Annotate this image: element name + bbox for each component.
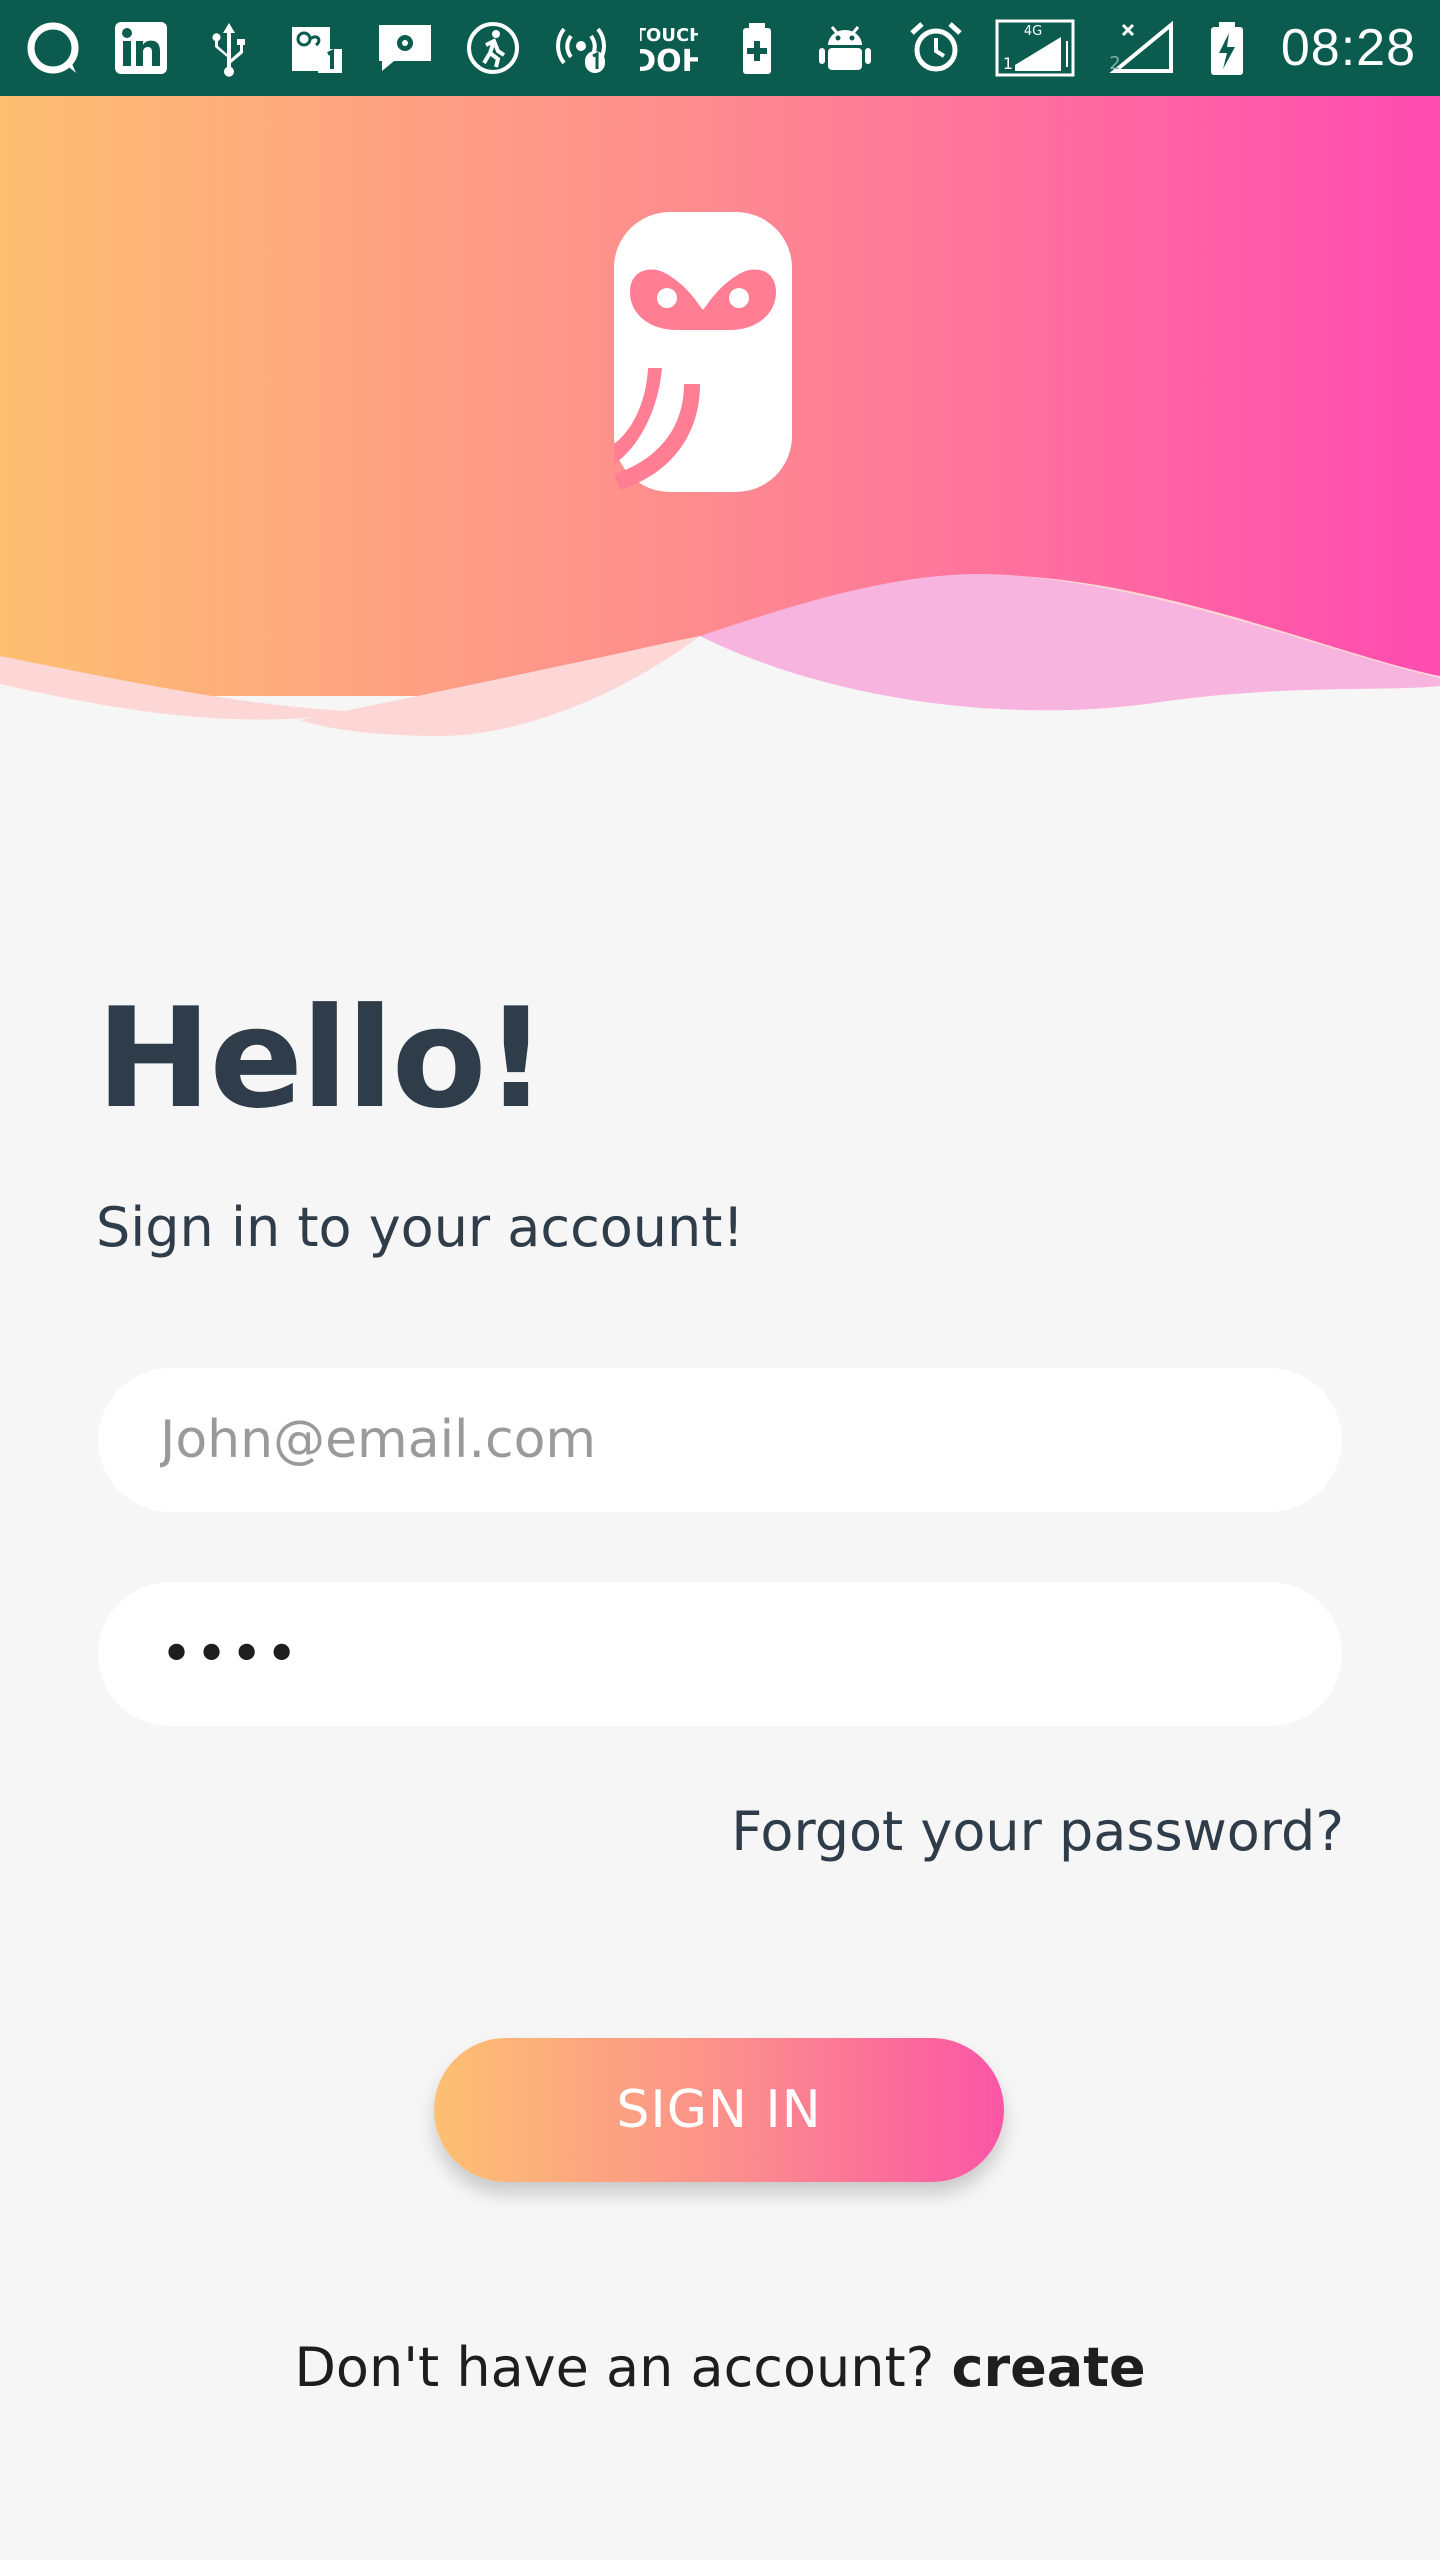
svg-text:1: 1 — [1003, 54, 1013, 73]
create-account-link[interactable]: create — [951, 2336, 1145, 2399]
status-bar-right: 4G 1 2 08:28 — [907, 18, 1416, 78]
touch-doh-icon: TOUCHDOH — [640, 19, 698, 77]
footer-signup: Don't have an account? create — [0, 2336, 1440, 2399]
password-field[interactable] — [98, 1582, 1342, 1726]
status-bar-left: TOUCHDOH — [24, 19, 874, 77]
sign-in-button[interactable]: SIGN IN — [434, 2038, 1004, 2182]
login-screen: TOUCHDOH 4G 1 2 08:28 — [0, 0, 1440, 2560]
chat-icon — [24, 19, 82, 77]
alarm-icon — [907, 19, 965, 77]
notification-1-icon — [288, 19, 346, 77]
linkedin-icon — [112, 19, 170, 77]
password-input[interactable] — [158, 1620, 1282, 1688]
clock-time: 08:28 — [1280, 19, 1416, 77]
header-banner — [0, 96, 1440, 756]
signup-prompt: Don't have an account? — [294, 2336, 935, 2399]
usb-icon — [200, 19, 258, 77]
page-subtitle: Sign in to your account! — [96, 1196, 745, 1259]
signal-4g-sim1-icon: 4G 1 — [995, 19, 1075, 77]
email-input[interactable] — [158, 1409, 1282, 1471]
activity-icon — [464, 19, 522, 77]
email-field[interactable] — [98, 1368, 1342, 1512]
forgot-password-link[interactable]: Forgot your password? — [731, 1800, 1344, 1863]
signal-sim2-icon: 2 — [1105, 19, 1177, 77]
svg-text:4G: 4G — [1024, 24, 1042, 39]
svg-text:2: 2 — [1109, 53, 1120, 74]
settings-message-icon — [376, 19, 434, 77]
svg-text:DOH: DOH — [640, 44, 698, 77]
svg-text:TOUCH: TOUCH — [640, 25, 698, 46]
battery-charging-icon — [1207, 19, 1247, 77]
page-title: Hello! — [96, 978, 547, 1139]
status-bar: TOUCHDOH 4G 1 2 08:28 — [0, 0, 1440, 96]
hotspot-icon — [552, 19, 610, 77]
owl-logo — [614, 212, 792, 492]
battery-plus-icon — [728, 19, 786, 77]
android-icon — [816, 19, 874, 77]
